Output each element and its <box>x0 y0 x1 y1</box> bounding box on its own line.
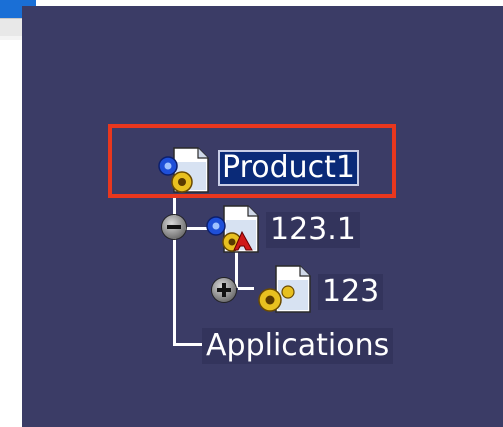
tree-node-applications[interactable]: Applications <box>202 328 394 364</box>
3d-viewport[interactable]: Product1 123.1 123 Applications <box>22 6 503 427</box>
tree-node-product1[interactable]: Product1 <box>218 150 359 186</box>
tree-connector <box>238 287 254 290</box>
product-icon[interactable] <box>154 144 214 196</box>
app-window: Product1 123.1 123 Applications <box>0 0 503 427</box>
tree-node-123[interactable]: 123 <box>318 274 384 310</box>
toolbar-fragment <box>0 18 22 38</box>
tree-connector <box>173 343 203 346</box>
collapse-toggle-icon[interactable] <box>162 215 186 239</box>
tree-node-123-1[interactable]: 123.1 <box>266 212 360 248</box>
part-icon[interactable] <box>254 262 314 316</box>
part-instance-icon[interactable] <box>202 202 262 256</box>
panel-edge <box>0 36 22 40</box>
expand-toggle-icon[interactable] <box>212 278 236 302</box>
